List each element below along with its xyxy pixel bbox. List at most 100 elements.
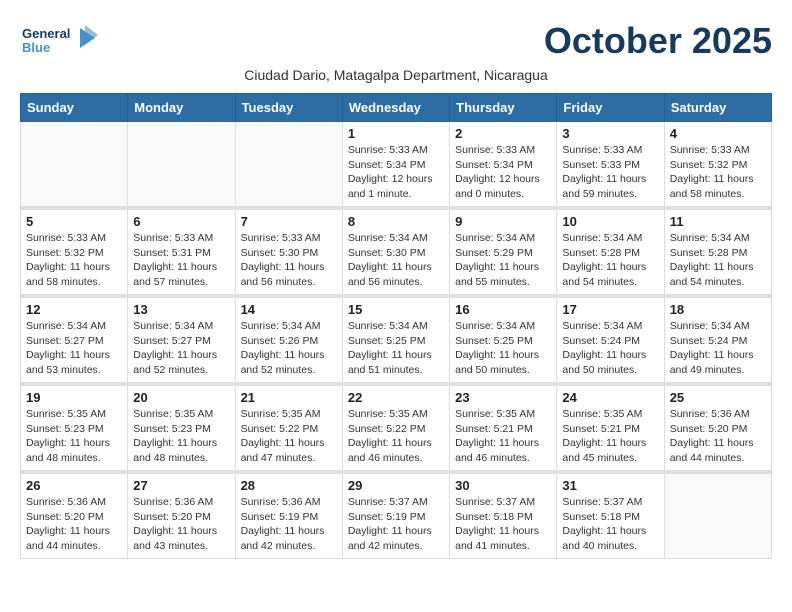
calendar-cell: 31 Sunrise: 5:37 AM Sunset: 5:18 PM Dayli… [557, 474, 664, 559]
page-header: General Blue October 2025 [20, 20, 772, 62]
day-info: Sunrise: 5:36 AM Sunset: 5:20 PM Dayligh… [670, 407, 766, 466]
weekday-saturday: Saturday [664, 94, 771, 122]
calendar-cell: 12 Sunrise: 5:34 AM Sunset: 5:27 PM Dayli… [21, 298, 128, 383]
weekday-monday: Monday [128, 94, 235, 122]
day-number: 24 [562, 390, 658, 405]
calendar-cell: 21 Sunrise: 5:35 AM Sunset: 5:22 PM Dayli… [235, 386, 342, 471]
calendar-cell: 4 Sunrise: 5:33 AM Sunset: 5:32 PM Daylig… [664, 122, 771, 207]
day-number: 8 [348, 214, 444, 229]
day-info: Sunrise: 5:37 AM Sunset: 5:19 PM Dayligh… [348, 495, 444, 554]
day-info: Sunrise: 5:34 AM Sunset: 5:27 PM Dayligh… [133, 319, 229, 378]
calendar-cell: 15 Sunrise: 5:34 AM Sunset: 5:25 PM Dayli… [342, 298, 449, 383]
day-number: 22 [348, 390, 444, 405]
day-number: 14 [241, 302, 337, 317]
calendar-cell: 2 Sunrise: 5:33 AM Sunset: 5:34 PM Daylig… [450, 122, 557, 207]
day-info: Sunrise: 5:34 AM Sunset: 5:26 PM Dayligh… [241, 319, 337, 378]
day-info: Sunrise: 5:35 AM Sunset: 5:23 PM Dayligh… [26, 407, 122, 466]
calendar-cell: 19 Sunrise: 5:35 AM Sunset: 5:23 PM Dayli… [21, 386, 128, 471]
day-number: 11 [670, 214, 766, 229]
day-info: Sunrise: 5:35 AM Sunset: 5:21 PM Dayligh… [455, 407, 551, 466]
weekday-friday: Friday [557, 94, 664, 122]
day-number: 25 [670, 390, 766, 405]
day-number: 16 [455, 302, 551, 317]
day-info: Sunrise: 5:37 AM Sunset: 5:18 PM Dayligh… [562, 495, 658, 554]
day-number: 19 [26, 390, 122, 405]
day-info: Sunrise: 5:33 AM Sunset: 5:34 PM Dayligh… [348, 143, 444, 202]
calendar-cell: 8Sunrise: 5:34 AM Sunset: 5:30 PM Daylig… [342, 210, 449, 295]
calendar-table: SundayMondayTuesdayWednesdayThursdayFrid… [20, 93, 772, 559]
calendar-cell: 14 Sunrise: 5:34 AM Sunset: 5:26 PM Dayli… [235, 298, 342, 383]
day-info: Sunrise: 5:35 AM Sunset: 5:22 PM Dayligh… [241, 407, 337, 466]
day-info: Sunrise: 5:34 AM Sunset: 5:24 PM Dayligh… [562, 319, 658, 378]
svg-text:General: General [22, 26, 70, 41]
calendar-week-1: 1 Sunrise: 5:33 AM Sunset: 5:34 PM Daylig… [21, 122, 772, 207]
day-info: Sunrise: 5:33 AM Sunset: 5:32 PM Dayligh… [670, 143, 766, 202]
day-info: Sunrise: 5:37 AM Sunset: 5:18 PM Dayligh… [455, 495, 551, 554]
day-info: Sunrise: 5:33 AM Sunset: 5:33 PM Dayligh… [562, 143, 658, 202]
day-number: 23 [455, 390, 551, 405]
day-info: Sunrise: 5:34 AM Sunset: 5:25 PM Dayligh… [348, 319, 444, 378]
day-number: 9 [455, 214, 551, 229]
day-number: 21 [241, 390, 337, 405]
day-info: Sunrise: 5:34 AM Sunset: 5:29 PM Dayligh… [455, 231, 551, 290]
calendar-cell: 26Sunrise: 5:36 AM Sunset: 5:20 PM Dayli… [21, 474, 128, 559]
day-number: 17 [562, 302, 658, 317]
day-info: Sunrise: 5:34 AM Sunset: 5:28 PM Dayligh… [670, 231, 766, 290]
day-number: 29 [348, 478, 444, 493]
calendar-cell: 10Sunrise: 5:34 AM Sunset: 5:28 PM Dayli… [557, 210, 664, 295]
day-info: Sunrise: 5:34 AM Sunset: 5:27 PM Dayligh… [26, 319, 122, 378]
day-info: Sunrise: 5:35 AM Sunset: 5:21 PM Dayligh… [562, 407, 658, 466]
calendar-cell [664, 474, 771, 559]
calendar-cell: 22 Sunrise: 5:35 AM Sunset: 5:22 PM Dayli… [342, 386, 449, 471]
weekday-wednesday: Wednesday [342, 94, 449, 122]
weekday-header-row: SundayMondayTuesdayWednesdayThursdayFrid… [21, 94, 772, 122]
day-number: 31 [562, 478, 658, 493]
calendar-cell: 9 Sunrise: 5:34 AM Sunset: 5:29 PM Daylig… [450, 210, 557, 295]
calendar-cell: 30Sunrise: 5:37 AM Sunset: 5:18 PM Dayli… [450, 474, 557, 559]
calendar-cell: 11 Sunrise: 5:34 AM Sunset: 5:28 PM Dayli… [664, 210, 771, 295]
day-number: 3 [562, 126, 658, 141]
day-info: Sunrise: 5:34 AM Sunset: 5:24 PM Dayligh… [670, 319, 766, 378]
logo-svg: General Blue [20, 20, 100, 60]
calendar-cell: 27Sunrise: 5:36 AM Sunset: 5:20 PM Dayli… [128, 474, 235, 559]
day-info: Sunrise: 5:33 AM Sunset: 5:34 PM Dayligh… [455, 143, 551, 202]
day-number: 20 [133, 390, 229, 405]
day-info: Sunrise: 5:34 AM Sunset: 5:28 PM Dayligh… [562, 231, 658, 290]
calendar-cell: 23 Sunrise: 5:35 AM Sunset: 5:21 PM Dayli… [450, 386, 557, 471]
day-info: Sunrise: 5:35 AM Sunset: 5:23 PM Dayligh… [133, 407, 229, 466]
calendar-week-4: 19 Sunrise: 5:35 AM Sunset: 5:23 PM Dayli… [21, 386, 772, 471]
logo: General Blue [20, 20, 100, 60]
day-number: 12 [26, 302, 122, 317]
calendar-cell: 24 Sunrise: 5:35 AM Sunset: 5:21 PM Dayli… [557, 386, 664, 471]
day-number: 15 [348, 302, 444, 317]
day-number: 1 [348, 126, 444, 141]
calendar-cell: 3 Sunrise: 5:33 AM Sunset: 5:33 PM Daylig… [557, 122, 664, 207]
month-title: October 2025 [544, 20, 772, 62]
weekday-thursday: Thursday [450, 94, 557, 122]
day-info: Sunrise: 5:33 AM Sunset: 5:30 PM Dayligh… [241, 231, 337, 290]
calendar-cell [235, 122, 342, 207]
calendar-cell: 17 Sunrise: 5:34 AM Sunset: 5:24 PM Dayli… [557, 298, 664, 383]
calendar-cell [128, 122, 235, 207]
day-info: Sunrise: 5:33 AM Sunset: 5:32 PM Dayligh… [26, 231, 122, 290]
day-info: Sunrise: 5:34 AM Sunset: 5:25 PM Dayligh… [455, 319, 551, 378]
day-number: 13 [133, 302, 229, 317]
calendar-week-3: 12 Sunrise: 5:34 AM Sunset: 5:27 PM Dayli… [21, 298, 772, 383]
day-number: 4 [670, 126, 766, 141]
day-number: 18 [670, 302, 766, 317]
calendar-cell: 25 Sunrise: 5:36 AM Sunset: 5:20 PM Dayli… [664, 386, 771, 471]
calendar-cell: 28Sunrise: 5:36 AM Sunset: 5:19 PM Dayli… [235, 474, 342, 559]
calendar-cell: 20 Sunrise: 5:35 AM Sunset: 5:23 PM Dayli… [128, 386, 235, 471]
calendar-cell: 6Sunrise: 5:33 AM Sunset: 5:31 PM Daylig… [128, 210, 235, 295]
day-number: 28 [241, 478, 337, 493]
calendar-week-2: 5Sunrise: 5:33 AM Sunset: 5:32 PM Daylig… [21, 210, 772, 295]
weekday-sunday: Sunday [21, 94, 128, 122]
calendar-cell: 18 Sunrise: 5:34 AM Sunset: 5:24 PM Dayli… [664, 298, 771, 383]
calendar-cell: 29 Sunrise: 5:37 AM Sunset: 5:19 PM Dayli… [342, 474, 449, 559]
calendar-week-5: 26Sunrise: 5:36 AM Sunset: 5:20 PM Dayli… [21, 474, 772, 559]
day-number: 26 [26, 478, 122, 493]
day-info: Sunrise: 5:35 AM Sunset: 5:22 PM Dayligh… [348, 407, 444, 466]
calendar-cell [21, 122, 128, 207]
day-number: 2 [455, 126, 551, 141]
day-info: Sunrise: 5:33 AM Sunset: 5:31 PM Dayligh… [133, 231, 229, 290]
